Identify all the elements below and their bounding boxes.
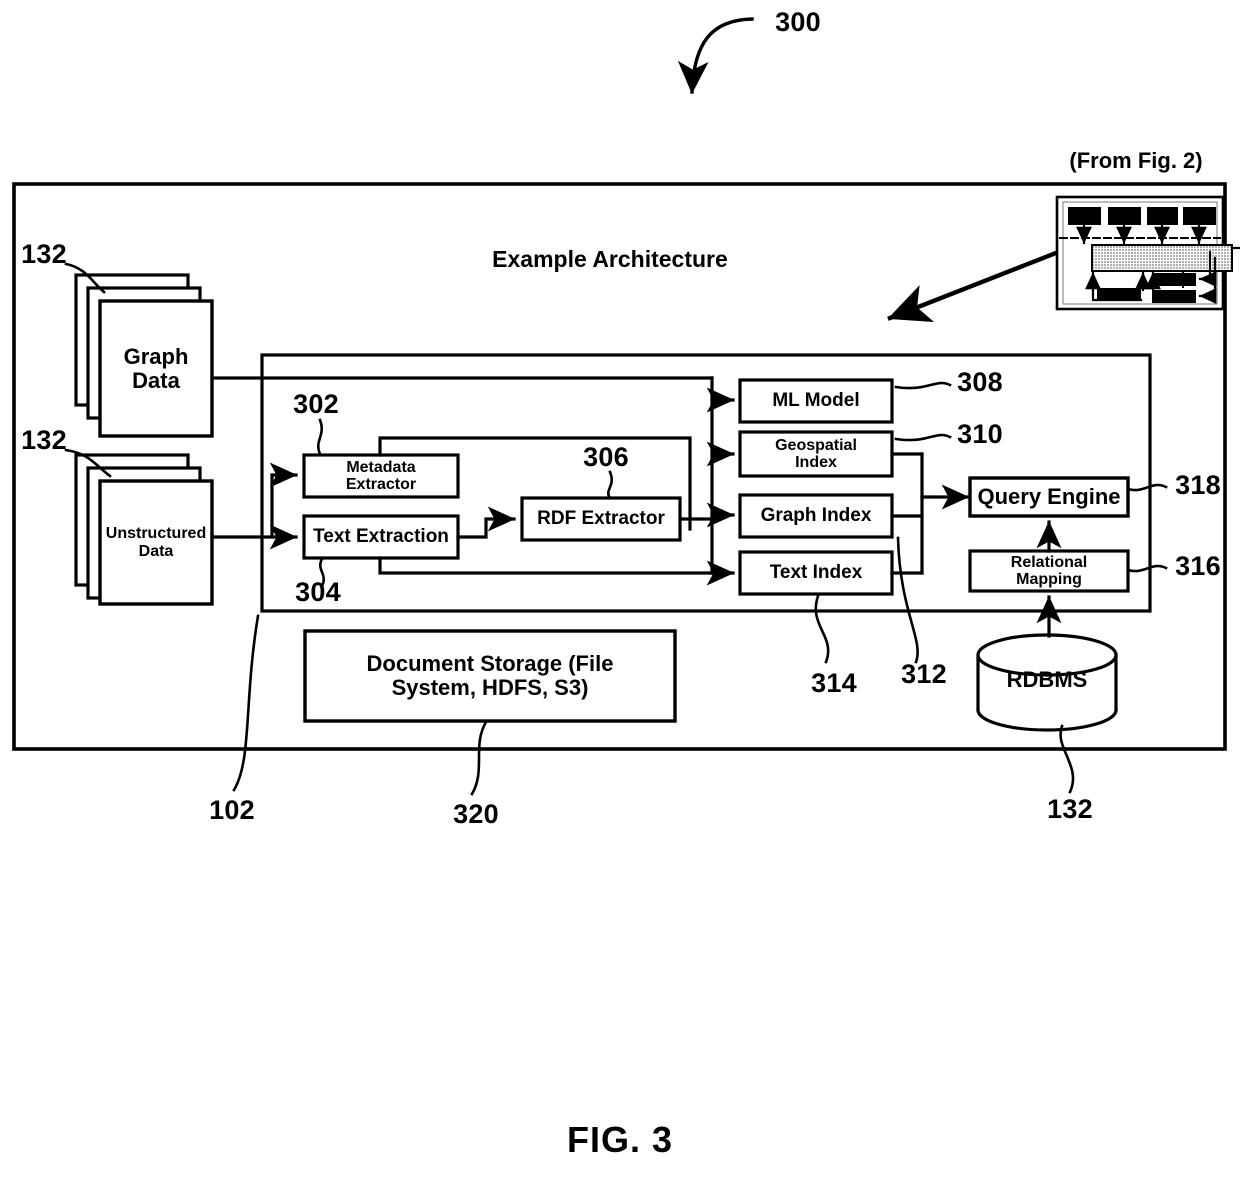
- ref-132-rdbms: 132: [1047, 794, 1093, 825]
- ref-306-rdf-extractor: 306: [583, 442, 629, 473]
- metadata-extractor-label: Metadata Extractor: [345, 458, 417, 493]
- ref-304-text-extraction: 304: [295, 577, 341, 608]
- ref-310-geospatial-index: 310: [957, 419, 1003, 450]
- ref-102-system: 102: [209, 795, 255, 826]
- query-engine-label: Query Engine: [977, 484, 1121, 510]
- page-title: Example Architecture: [492, 245, 728, 272]
- rdf-extractor-label: RDF Extractor: [537, 507, 665, 529]
- ref-316-relational-mapping: 316: [1175, 551, 1221, 582]
- ref-314-text-index: 314: [811, 668, 857, 699]
- patent-figure: 300 (From Fig. 2) Example Architecture G…: [0, 0, 1240, 1189]
- figure-callout-300: 300: [775, 7, 821, 38]
- graph-data-label: Graph Data: [123, 343, 189, 393]
- ref-132-graph-data: 132: [21, 239, 67, 270]
- figure-caption: FIG. 3: [566, 1118, 674, 1160]
- text-extraction-label: Text Extraction: [313, 525, 449, 547]
- ml-model-label: ML Model: [772, 389, 860, 411]
- ref-320-document-storage: 320: [453, 799, 499, 830]
- ref-318-query-engine: 318: [1175, 470, 1221, 501]
- ref-308-ml-model: 308: [957, 367, 1003, 398]
- text-index-label: Text Index: [769, 561, 863, 583]
- document-storage-label: Document Storage (File System, HDFS, S3): [366, 651, 614, 700]
- ref-312-graph-index: 312: [901, 659, 947, 690]
- ref-302-metadata-extractor: 302: [293, 389, 339, 420]
- relational-mapping-label: Relational Mapping: [1010, 553, 1088, 588]
- unstructured-data-label: Unstructured Data: [105, 525, 207, 560]
- ref-132-unstructured-data: 132: [21, 425, 67, 456]
- rdbms-label: RDBMS: [1006, 667, 1088, 693]
- graph-index-label: Graph Index: [760, 504, 872, 526]
- from-figure-note: (From Fig. 2): [1069, 148, 1203, 174]
- geospatial-index-label: Geospatial Index: [775, 436, 857, 471]
